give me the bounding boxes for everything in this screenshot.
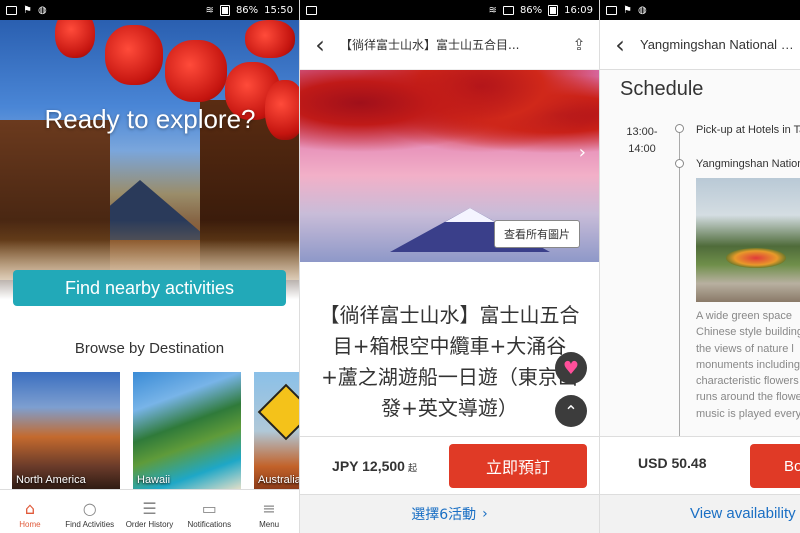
find-nearby-button[interactable]: Find nearby activities (13, 270, 286, 306)
battery-icon (548, 4, 559, 16)
nav-title: 【徜徉富士山水】富士山五合目... (340, 38, 520, 52)
lantern-image (105, 25, 163, 85)
view-all-photos-button[interactable]: 查看所有圖片 (494, 220, 580, 248)
park-photo[interactable] (696, 178, 800, 302)
nav-title: Yangmingshan National Park (640, 37, 800, 52)
flag-icon: ⚑ (23, 4, 32, 16)
tab-find-activities[interactable]: ○ Find Activities (60, 490, 120, 533)
destination-card-north-america[interactable]: North America (12, 372, 120, 490)
tab-label: Order History (125, 520, 174, 529)
tour-screen: ⚑ ◍ ‹ Yangmingshan National Park Schedule… (600, 0, 800, 533)
browse-heading: Browse by Destination (74, 340, 225, 357)
tab-order-history[interactable]: ☰ Order History (120, 490, 180, 533)
chevron-right-icon: › (482, 506, 488, 522)
gallery-icon (606, 5, 617, 15)
lantern-image (165, 40, 227, 102)
tab-label: Find Activities (65, 520, 115, 529)
home-icon: ⌂ (24, 499, 35, 518)
share-icon[interactable]: ⇪ (559, 35, 599, 54)
battery-level: 86% (235, 4, 259, 16)
tab-menu[interactable]: ≡ Menu (239, 490, 299, 533)
back-icon[interactable]: ‹ (600, 31, 640, 59)
status-bar: ⚑ ◍ ≋ 86% 15:50 (0, 0, 299, 20)
hero-title: Ready to explore? (44, 104, 256, 134)
receipt-icon: ☰ (142, 499, 157, 518)
hero-image: Ready to explore? (0, 20, 299, 310)
flag-icon: ⚑ (623, 4, 632, 16)
tab-notifications[interactable]: ▭ Notifications (179, 490, 239, 533)
chevron-right-icon[interactable]: › (579, 142, 586, 163)
tab-label: Home (19, 520, 41, 529)
destination-card-hawaii[interactable]: Hawaii (133, 372, 241, 490)
book-button[interactable]: Book (750, 444, 800, 488)
home-screen: ⚑ ◍ ≋ 86% 15:50 Ready to explore? Find near… (0, 0, 300, 533)
status-bar: ⚑ ◍ (600, 0, 800, 20)
kangaroo-sign-image (257, 383, 299, 441)
timeline-line (679, 128, 680, 438)
wifi-icon: ≋ (205, 4, 214, 16)
destination-label: North America (16, 474, 86, 486)
price: JPY 12,500 起 (332, 457, 417, 474)
time-range: 13:00- 14:00 (626, 126, 658, 155)
messenger-icon: ◍ (637, 4, 647, 16)
clock: 15:50 (264, 4, 293, 16)
lantern-image (55, 20, 95, 58)
timeline-dot (675, 159, 684, 168)
destination-label: Australia (258, 474, 300, 486)
flower-clock-image (726, 248, 786, 268)
menu-icon: ≡ (262, 499, 276, 518)
top-nav: ‹ 【徜徉富士山水】富士山五合目... ⇪ (300, 20, 599, 70)
heart-icon[interactable]: ♥ (555, 352, 587, 384)
select-activities-link[interactable]: 選擇6活動 › (300, 494, 599, 533)
back-icon[interactable]: ‹ (300, 31, 340, 59)
view-availability-link[interactable]: View availability (600, 494, 800, 533)
battery-level: 86% (519, 4, 543, 16)
tab-home[interactable]: ⌂ Home (0, 490, 60, 533)
chat-icon: ▭ (201, 499, 217, 518)
lantern-image (245, 20, 295, 58)
chevron-up-icon[interactable]: ⌃ (555, 395, 587, 427)
sim-icon (502, 5, 514, 15)
destination-card-australia[interactable]: Australia (254, 372, 300, 490)
product-photo[interactable]: › 查看所有圖片 (300, 70, 599, 262)
booking-bar: JPY 12,500 起 立即預訂 (300, 436, 599, 494)
destination-list: North America Hawaii Australia (12, 372, 300, 490)
schedule-section: Schedule 13:00- 14:00 Pick-up at Hotels i… (600, 70, 800, 438)
schedule-heading: Schedule (620, 78, 704, 100)
bottom-tab-bar: ⌂ Home ○ Find Activities ☰ Order History ▭ N… (0, 489, 299, 533)
event-description: A wide green space Chinese style buildin… (696, 310, 800, 420)
event-title: Pick-up at Hotels in Taipei (696, 124, 800, 136)
product-title: 【徜徉富士山水】富士山五合目+箱根空中纜車+大涌谷+蘆之湖遊船一日遊（東京出發+… (319, 303, 580, 420)
wifi-icon: ≋ (488, 4, 497, 16)
gallery-icon (6, 5, 17, 15)
messenger-icon: ◍ (37, 4, 47, 16)
tab-label: Menu (259, 520, 280, 529)
status-bar: ≋ 86% 16:09 (300, 0, 599, 20)
destination-label: Hawaii (137, 474, 171, 486)
book-now-button[interactable]: 立即預訂 (449, 443, 587, 488)
battery-icon (219, 4, 230, 16)
clock: 16:09 (564, 4, 593, 16)
product-screen: ≋ 86% 16:09 ‹ 【徜徉富士山水】富士山五合目... ⇪ › 查看所有圖片… (300, 0, 600, 533)
timeline-dot (675, 124, 684, 133)
event-title: Yangmingshan National Park (696, 158, 800, 170)
price: USD 50.48 (638, 455, 707, 471)
tab-label: Notifications (187, 520, 232, 529)
booking-bar: USD 50.48 Book (600, 436, 800, 494)
top-nav: ‹ Yangmingshan National Park (600, 20, 800, 70)
search-icon: ○ (82, 499, 97, 518)
gallery-icon (306, 5, 317, 15)
